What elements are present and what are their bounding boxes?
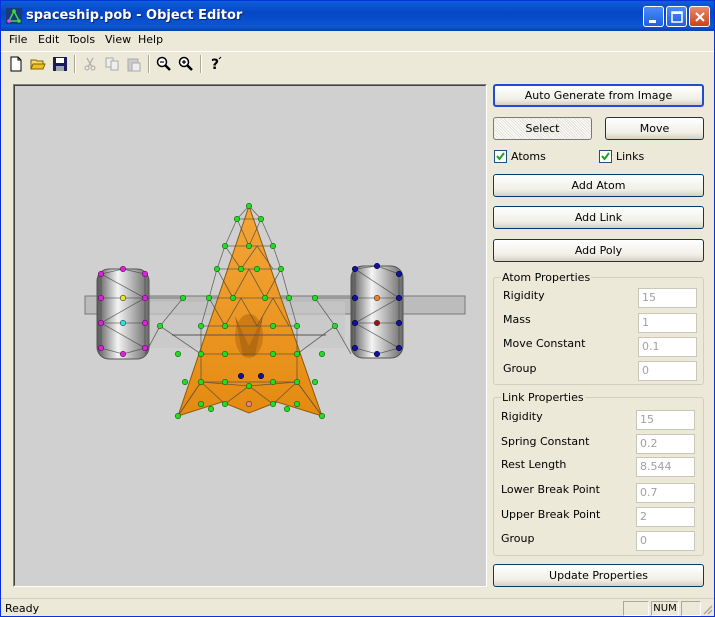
save-icon: [53, 57, 67, 71]
resize-grip-icon[interactable]: [701, 603, 713, 615]
checkmark-icon: [496, 152, 505, 161]
atom-rigidity-field[interactable]: 15: [638, 288, 697, 308]
checkmark-icon: [601, 152, 610, 161]
status-pane-caps: [623, 601, 649, 616]
menu-tools[interactable]: Tools: [68, 33, 95, 46]
rest-length-field[interactable]: 8.544: [636, 457, 695, 477]
new-file-icon: [10, 56, 22, 72]
links-check-box[interactable]: [599, 150, 612, 163]
link-rigidity-label: Rigidity: [501, 410, 543, 423]
paste-button[interactable]: [124, 54, 144, 74]
menu-help[interactable]: Help: [138, 33, 163, 46]
rest-length-label: Rest Length: [501, 458, 567, 471]
close-icon: [695, 12, 705, 22]
atom-properties-group: Atom Properties Rigidity 15 Mass 1 Move …: [493, 271, 704, 385]
update-properties-button[interactable]: Update Properties: [493, 564, 704, 587]
zoom-out-button[interactable]: [154, 54, 174, 74]
select-mode-button[interactable]: Select: [493, 117, 592, 140]
upper-break-point-label: Upper Break Point: [501, 508, 601, 521]
spaceship-mesh[interactable]: [15, 86, 487, 587]
link-rigidity-field[interactable]: 15: [636, 410, 695, 430]
atom-group-label: Group: [503, 362, 537, 375]
atom-group-field[interactable]: 0: [638, 361, 697, 381]
zoom-in-icon: [178, 56, 193, 71]
cut-icon: [84, 57, 96, 71]
menu-view[interactable]: View: [105, 33, 131, 46]
atoms-check-box[interactable]: [494, 150, 507, 163]
open-folder-icon: [30, 59, 46, 70]
atoms-checkbox-label: Atoms: [511, 150, 546, 163]
link-properties-group: Link Properties Rigidity 15 Spring Const…: [493, 391, 704, 556]
minimize-icon: [649, 20, 656, 23]
close-button[interactable]: [689, 6, 710, 27]
zoom-out-icon: [156, 56, 171, 71]
new-file-button[interactable]: [6, 54, 26, 74]
svg-text:?: ?: [211, 57, 219, 72]
status-text: Ready: [5, 602, 40, 615]
menu-bar: File Edit Tools View Help: [1, 31, 714, 50]
help-icon: ?: [211, 56, 222, 72]
copy-icon: [105, 57, 119, 71]
title-bar[interactable]: spaceship.pob - Object Editor: [1, 1, 714, 31]
link-group-label: Group: [501, 532, 535, 545]
open-button[interactable]: [28, 54, 48, 74]
menu-edit[interactable]: Edit: [38, 33, 59, 46]
zoom-in-button[interactable]: [176, 54, 196, 74]
lower-break-point-field[interactable]: 0.7: [636, 483, 695, 503]
link-group-field[interactable]: 0: [636, 531, 695, 551]
add-link-button[interactable]: Add Link: [493, 206, 704, 229]
atom-rigidity-label: Rigidity: [503, 289, 545, 302]
atom-mass-field[interactable]: 1: [638, 313, 697, 333]
atoms-checkbox[interactable]: Atoms: [494, 150, 554, 164]
atom-move-constant-label: Move Constant: [503, 337, 586, 350]
menu-file[interactable]: File: [9, 33, 27, 46]
links-checkbox-label: Links: [616, 150, 645, 163]
add-atom-button[interactable]: Add Atom: [493, 174, 704, 197]
save-button[interactable]: [50, 54, 70, 74]
app-icon: [6, 8, 22, 24]
toolbar-separator: [148, 55, 150, 73]
object-editor-window: spaceship.pob - Object Editor File Edit …: [0, 0, 715, 617]
upper-break-point-field[interactable]: 2: [636, 507, 695, 527]
spring-constant-label: Spring Constant: [501, 435, 590, 448]
atom-mass-label: Mass: [503, 313, 531, 326]
add-poly-button[interactable]: Add Poly: [493, 239, 704, 262]
cut-button[interactable]: [80, 54, 100, 74]
window-title: spaceship.pob - Object Editor: [26, 8, 243, 23]
help-button[interactable]: ?: [206, 54, 226, 74]
copy-button[interactable]: [102, 54, 122, 74]
status-pane-scroll: [681, 601, 701, 616]
editor-canvas[interactable]: [13, 84, 487, 587]
move-mode-button[interactable]: Move: [605, 117, 704, 140]
auto-generate-button[interactable]: Auto Generate from Image: [493, 84, 704, 107]
paste-icon: [127, 58, 141, 72]
ship-body: [84, 204, 466, 417]
lower-break-point-label: Lower Break Point: [501, 483, 600, 496]
spring-constant-field[interactable]: 0.2: [636, 434, 695, 454]
maximize-button[interactable]: [666, 6, 687, 27]
maximize-icon: [671, 11, 683, 23]
status-bar: Ready NUM: [1, 598, 714, 617]
toolbar-separator: [74, 55, 76, 73]
atom-properties-title: Atom Properties: [501, 271, 592, 284]
links-checkbox[interactable]: Links: [599, 150, 659, 164]
minimize-button[interactable]: [643, 6, 664, 27]
toolbar-separator: [200, 55, 202, 73]
atom-move-constant-field[interactable]: 0.1: [638, 337, 697, 357]
toolbar: ?: [1, 51, 714, 75]
status-pane-num: NUM: [651, 601, 679, 616]
link-properties-title: Link Properties: [501, 391, 585, 404]
